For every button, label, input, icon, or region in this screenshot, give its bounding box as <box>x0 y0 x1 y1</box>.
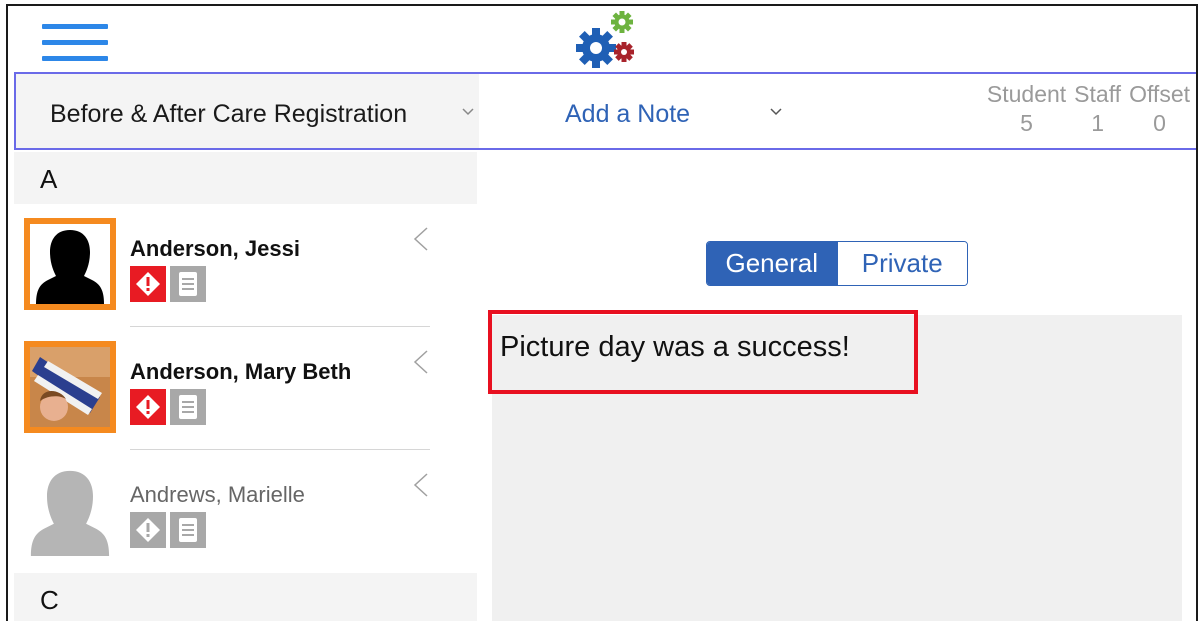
attendance-counts: Student 5 Staff 1 Offset 0 <box>987 80 1190 144</box>
chevron-down-icon <box>770 108 782 116</box>
student-name: Anderson, Mary Beth <box>130 359 352 384</box>
avatar <box>24 218 116 310</box>
top-bar <box>8 6 1196 72</box>
medical-alert-icon[interactable] <box>130 512 166 548</box>
silhouette-icon <box>30 224 110 304</box>
student-badges <box>130 266 206 302</box>
student-row[interactable]: Anderson, Mary Beth <box>14 327 477 450</box>
count-label: Offset <box>1129 81 1190 107</box>
tab-general[interactable]: General <box>707 242 837 285</box>
section-letter: C <box>40 585 59 615</box>
note-type-label: Add a Note <box>565 100 691 128</box>
student-name: Andrews, Marielle <box>130 482 305 507</box>
note-text-area[interactable]: Picture day was a success! <box>492 315 1182 621</box>
count-label: Student <box>986 81 1067 107</box>
student-name: Anderson, Jessi <box>130 236 300 261</box>
student-row[interactable]: Andrews, Marielle <box>14 450 477 573</box>
note-visibility-toggle: General Private <box>706 241 968 286</box>
offset-count: Offset 0 <box>1129 80 1190 144</box>
student-photo-icon <box>30 347 110 427</box>
chevron-left-icon[interactable] <box>412 349 430 375</box>
section-header: C <box>14 573 477 621</box>
count-value: 5 <box>1020 110 1033 136</box>
medical-alert-icon[interactable] <box>130 266 166 302</box>
student-row[interactable]: Anderson, Jessi <box>14 204 477 327</box>
student-list[interactable]: A Anderson, Jessi Anderson, Mary Beth An… <box>14 152 477 621</box>
staff-count: Staff 1 <box>1074 80 1121 144</box>
chevron-down-icon <box>462 108 474 116</box>
program-dropdown-label: Before & After Care Registration <box>50 100 408 128</box>
program-dropdown[interactable]: Before & After Care Registration <box>16 74 479 148</box>
count-value: 1 <box>1091 110 1105 136</box>
document-icon[interactable] <box>170 266 206 302</box>
avatar <box>24 341 116 433</box>
section-header: A <box>14 152 477 204</box>
tab-private[interactable]: Private <box>836 242 967 285</box>
document-icon[interactable] <box>170 389 206 425</box>
student-badges <box>130 512 206 548</box>
section-letter: A <box>40 164 58 194</box>
chevron-left-icon[interactable] <box>412 472 430 498</box>
medical-alert-icon[interactable] <box>130 389 166 425</box>
count-label: Staff <box>1074 81 1122 107</box>
student-count: Student 5 <box>987 80 1066 144</box>
note-type-dropdown[interactable]: Add a Note <box>479 74 829 148</box>
activity-header: Before & After Care Registration Add a N… <box>14 72 1196 150</box>
document-icon[interactable] <box>170 512 206 548</box>
hamburger-menu-icon[interactable] <box>42 24 108 64</box>
avatar <box>24 464 116 556</box>
gears-logo-icon <box>576 11 634 68</box>
silhouette-icon <box>30 470 110 556</box>
count-value: 0 <box>1153 110 1166 136</box>
chevron-left-icon[interactable] <box>412 226 430 252</box>
note-text: Picture day was a success! <box>500 331 850 363</box>
student-badges <box>130 389 206 425</box>
